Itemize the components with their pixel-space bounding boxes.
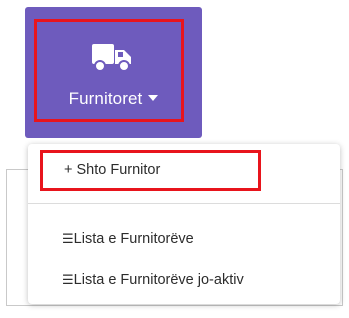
nav-label: Furnitoret: [68, 89, 143, 108]
list-icon: ☰: [62, 273, 74, 288]
menu-item-label: Lista e Furnitorëve jo-aktiv: [73, 272, 244, 288]
menu-item-label: + Shto Furnitor: [64, 162, 161, 178]
nav-furnitoret-button[interactable]: Furnitoret: [25, 7, 202, 138]
stage: Furnitoret + Shto Furnitor ☰Lista e Furn…: [0, 0, 349, 318]
truck-icon: [92, 44, 131, 72]
dropdown-menu: + Shto Furnitor ☰Lista e Furnitorëve ☰Li…: [28, 144, 340, 304]
menu-item-label: Lista e Furnitorëve: [73, 231, 194, 247]
nav-label-row: Furnitoret: [25, 89, 202, 109]
caret-down-icon: [148, 95, 159, 101]
menu-item-add-supplier[interactable]: + Shto Furnitor: [28, 157, 340, 183]
list-icon: ☰: [62, 232, 74, 247]
divider: [28, 203, 340, 204]
menu-item-inactive-supplier-list[interactable]: ☰Lista e Furnitorëve jo-aktiv: [28, 269, 340, 291]
menu-item-supplier-list[interactable]: ☰Lista e Furnitorëve: [28, 228, 340, 250]
